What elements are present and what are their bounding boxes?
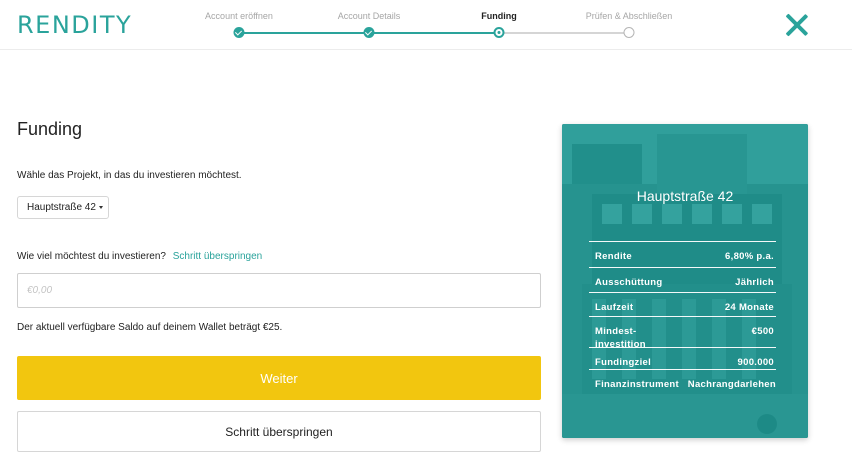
amount-input[interactable] <box>17 273 541 308</box>
skip-step-button[interactable]: Schritt überspringen <box>17 411 541 452</box>
fact-value: 900.000 <box>737 357 774 368</box>
step-label-account-eroeffnen: Account eröffnen <box>205 11 273 21</box>
project-select-value: Hauptstraße 42 <box>27 202 96 213</box>
fact-row-rendite: Rendite 6,80% p.a. <box>589 241 776 267</box>
fact-value: 24 Monate <box>724 302 774 313</box>
step-label-account-details: Account Details <box>337 11 401 21</box>
fact-row-laufzeit: Laufzeit 24 Monate <box>589 292 776 316</box>
step-label-pruefen-abschliessen: Prüfen & Abschließen <box>585 11 673 21</box>
header: RENDITY Account eröffnen Account Details… <box>0 0 852 50</box>
page-title: Funding <box>17 119 83 139</box>
amount-question: Wie viel möchtest du investieren? <box>17 251 166 262</box>
fact-label: Fundingziel <box>595 357 652 368</box>
project-card: Hauptstraße 42 Rendite 6,80% p.a. Aussch… <box>562 124 808 438</box>
rendity-logo[interactable]: RENDITY <box>17 11 132 39</box>
project-select[interactable]: Hauptstraße 42 <box>17 196 109 219</box>
fact-value: €500 <box>751 326 774 337</box>
continue-button[interactable]: Weiter <box>17 356 541 400</box>
fact-row-mindestinvestition: Mindest-investition €500 <box>589 316 776 350</box>
fact-label: Finanzinstrument <box>595 379 679 390</box>
wallet-balance-text: Der aktuell verfügbare Saldo auf deinem … <box>17 322 283 333</box>
progress-stepper: Account eröffnen Account Details Funding… <box>200 0 700 50</box>
caret-down-icon <box>98 206 103 209</box>
project-question: Wähle das Projekt, in das du investieren… <box>17 170 242 181</box>
step-done-check-icon[interactable] <box>233 27 245 38</box>
step-done-check-icon[interactable] <box>363 27 375 38</box>
fact-row-ausschuettung: Ausschüttung Jährlich <box>589 267 776 292</box>
logo-text: RENDITY <box>17 11 133 39</box>
fact-label: Laufzeit <box>595 302 634 313</box>
fact-row-finanzinstrument: Finanzinstrument Nachrangdarlehen <box>589 369 776 393</box>
close-icon[interactable] <box>783 11 811 39</box>
step-label-funding: Funding <box>481 11 517 21</box>
card-title: Hauptstraße 42 <box>636 188 734 204</box>
fact-value: 6,80% p.a. <box>725 251 774 262</box>
step-current-dot-icon <box>493 27 505 38</box>
fact-label: Rendite <box>595 251 632 262</box>
fact-label: Ausschüttung <box>595 277 663 288</box>
amount-question-row: Wie viel möchtest du investieren? Schrit… <box>17 251 262 262</box>
fact-row-fundingziel: Fundingziel 900.000 <box>589 347 776 369</box>
step-todo-circle-icon <box>623 27 635 38</box>
skip-step-link[interactable]: Schritt überspringen <box>173 251 263 262</box>
fact-value: Jährlich <box>735 277 774 288</box>
step-line-todo <box>499 32 629 34</box>
fact-value: Nachrangdarlehen <box>687 379 776 390</box>
project-facts: Rendite 6,80% p.a. Ausschüttung Jährlich… <box>589 241 776 393</box>
